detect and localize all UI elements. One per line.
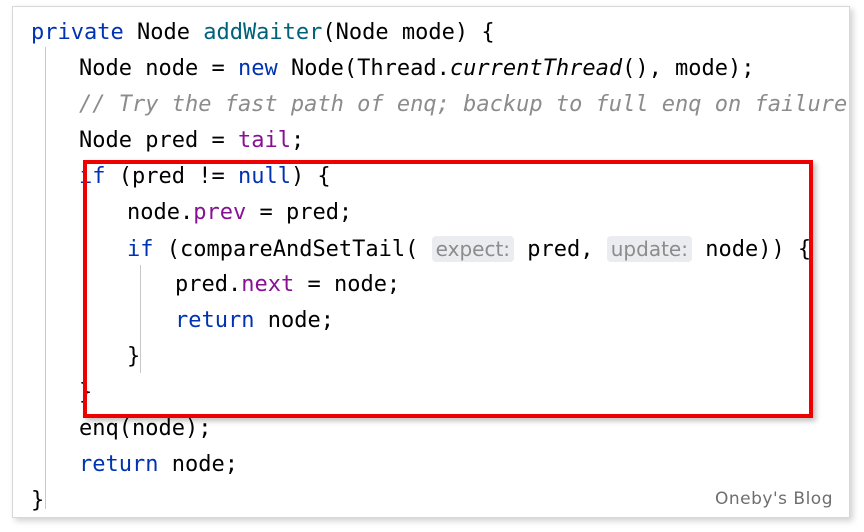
line-node-decl-token-4: (), mode); xyxy=(622,56,755,81)
line-signature-token-1 xyxy=(124,20,137,45)
line-if-pred-token-1: (pred != xyxy=(105,164,238,189)
line-pred-next-token-2: = node; xyxy=(294,272,401,297)
code-content-area[interactable]: private Node addWaiter(Node mode) {Node … xyxy=(13,7,849,517)
line-comment[interactable]: // Try the fast path of enq; backup to f… xyxy=(13,87,849,123)
line-if-pred-token-3: ) { xyxy=(290,164,331,189)
line-node-prev-token-2: = pred; xyxy=(246,200,353,225)
line-enq-token-0: enq(node); xyxy=(79,416,212,441)
line-node-prev-token-0: node. xyxy=(127,200,194,225)
line-if-pred[interactable]: if (pred != null) { xyxy=(13,159,849,195)
line-pred-decl[interactable]: Node pred = tail; xyxy=(13,123,849,159)
line-return-node-outer[interactable]: return node; xyxy=(13,447,849,483)
screenshot-root: private Node addWaiter(Node mode) {Node … xyxy=(0,0,864,532)
line-return-node-inner-token-1: node; xyxy=(254,308,334,333)
line-close-method-token-0: } xyxy=(31,488,45,513)
line-if-pred-token-0: if xyxy=(79,164,106,189)
line-close-inner-if[interactable]: } xyxy=(13,339,849,375)
line-pred-next-token-1: next xyxy=(241,272,295,297)
line-node-decl-token-1: new xyxy=(237,56,278,81)
line-close-outer-if[interactable]: } xyxy=(13,375,849,411)
line-return-node-inner-token-0: return xyxy=(175,308,255,333)
line-signature-token-2: Node xyxy=(136,20,190,45)
line-pred-next[interactable]: pred.next = node; xyxy=(13,267,849,303)
line-comment-token-0: // Try the fast path of enq; backup to f… xyxy=(79,92,848,117)
line-node-decl[interactable]: Node node = new Node(Thread.currentThrea… xyxy=(13,51,849,87)
line-pred-decl-token-2: ; xyxy=(290,128,305,153)
line-pred-next-token-0: pred. xyxy=(175,272,242,297)
line-close-outer-if-token-0: } xyxy=(79,380,93,405)
line-pred-decl-token-0: Node pred = xyxy=(79,128,238,153)
line-node-prev-token-1: prev xyxy=(193,200,247,225)
watermark-label: Oneby's Blog xyxy=(715,489,833,509)
line-signature-token-3 xyxy=(190,20,203,45)
line-cas-tail-token-5: update: xyxy=(606,236,692,262)
line-node-decl-token-3: currentThread xyxy=(449,56,623,81)
line-cas-tail-token-1: (compareAndSetTail( xyxy=(153,237,419,262)
line-if-pred-token-2: null xyxy=(237,164,291,189)
line-return-node-inner[interactable]: return node; xyxy=(13,303,849,339)
line-cas-tail[interactable]: if (compareAndSetTail( expect: pred, upd… xyxy=(13,231,849,267)
line-cas-tail-token-4: pred, xyxy=(514,237,607,262)
line-cas-tail-token-2 xyxy=(418,237,431,262)
line-signature-token-4: addWaiter xyxy=(203,20,323,45)
line-signature-token-5: (Node mode) { xyxy=(322,20,495,45)
line-cas-tail-token-3: expect: xyxy=(431,236,515,262)
line-cas-tail-token-0: if xyxy=(127,237,154,262)
code-editor-panel[interactable]: private Node addWaiter(Node mode) {Node … xyxy=(12,6,850,518)
line-cas-tail-token-6: node)) { xyxy=(691,237,812,262)
line-node-decl-token-2: Node(Thread. xyxy=(277,56,450,81)
line-node-prev[interactable]: node.prev = pred; xyxy=(13,195,849,231)
line-enq[interactable]: enq(node); xyxy=(13,411,849,447)
line-close-inner-if-token-0: } xyxy=(127,344,141,369)
line-signature[interactable]: private Node addWaiter(Node mode) { xyxy=(13,15,849,51)
line-return-node-outer-token-0: return xyxy=(79,452,159,477)
line-return-node-outer-token-1: node; xyxy=(158,452,238,477)
line-pred-decl-token-1: tail xyxy=(237,128,291,153)
line-node-decl-token-0: Node node = xyxy=(79,56,238,81)
line-signature-token-0: private xyxy=(31,20,124,45)
